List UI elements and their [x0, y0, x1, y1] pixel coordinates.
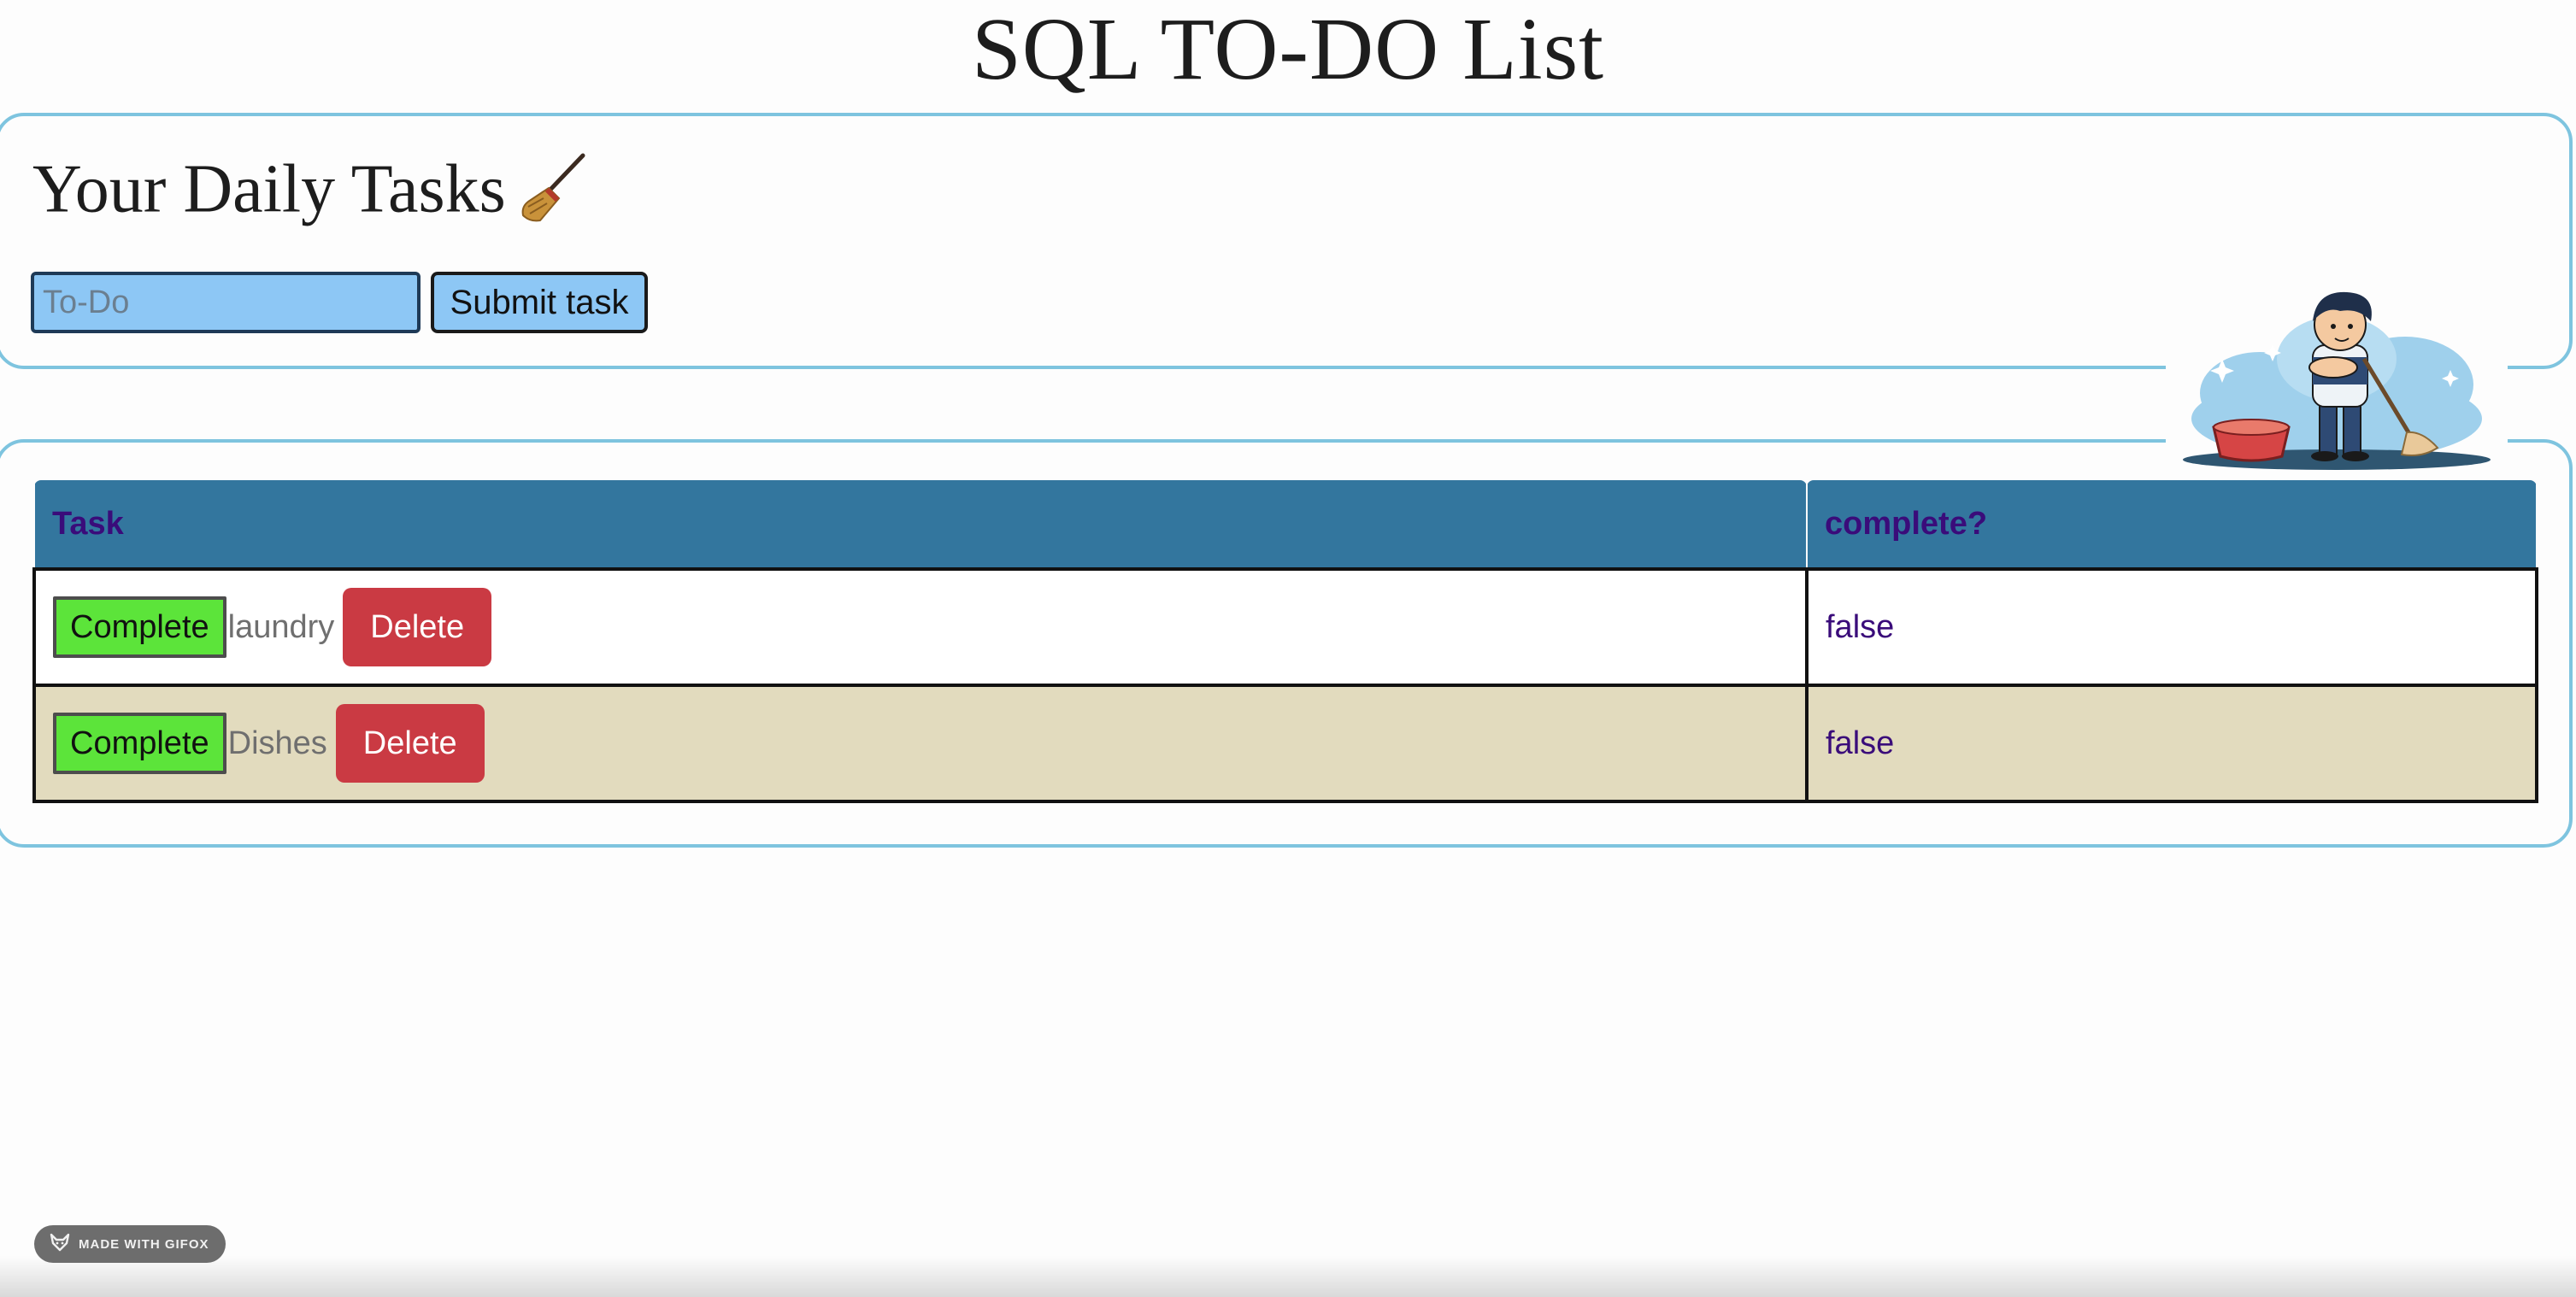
window-bottom-edge	[0, 1256, 2576, 1297]
table-row: Complete laundry Delete false	[32, 567, 2538, 687]
tasks-table: Task complete? Complete laundry Delete fal…	[32, 480, 2538, 803]
broom-icon	[518, 150, 591, 241]
delete-button[interactable]: Delete	[335, 704, 485, 783]
section-heading-text: Your Daily Tasks	[32, 151, 506, 227]
status-cell: false	[1805, 567, 2538, 687]
task-cell: Complete Dishes Delete	[32, 684, 1808, 803]
task-text: laundry	[227, 608, 335, 645]
fox-icon	[50, 1233, 70, 1255]
table-row: Complete Dishes Delete false	[32, 684, 2538, 803]
delete-button[interactable]: Delete	[343, 588, 492, 666]
table-header-row: Task complete?	[33, 480, 2538, 569]
task-text: Dishes	[227, 725, 327, 761]
complete-button[interactable]: Complete	[53, 713, 226, 774]
todo-input[interactable]	[31, 272, 421, 333]
gifox-badge: MADE WITH GIFOX	[34, 1225, 226, 1263]
task-cell: Complete laundry Delete	[32, 567, 1808, 687]
complete-button[interactable]: Complete	[53, 596, 226, 658]
page-title: SQL TO-DO List	[971, 0, 1605, 98]
submit-task-button[interactable]: Submit task	[431, 272, 648, 333]
cleaning-boy-illustration	[2183, 291, 2491, 470]
status-cell: false	[1805, 684, 2538, 803]
section-heading: Your Daily Tasks	[32, 150, 591, 241]
gifox-badge-text: MADE WITH GIFOX	[79, 1236, 209, 1252]
column-header-complete: complete?	[1806, 480, 2538, 569]
column-header-task: Task	[33, 480, 1808, 569]
